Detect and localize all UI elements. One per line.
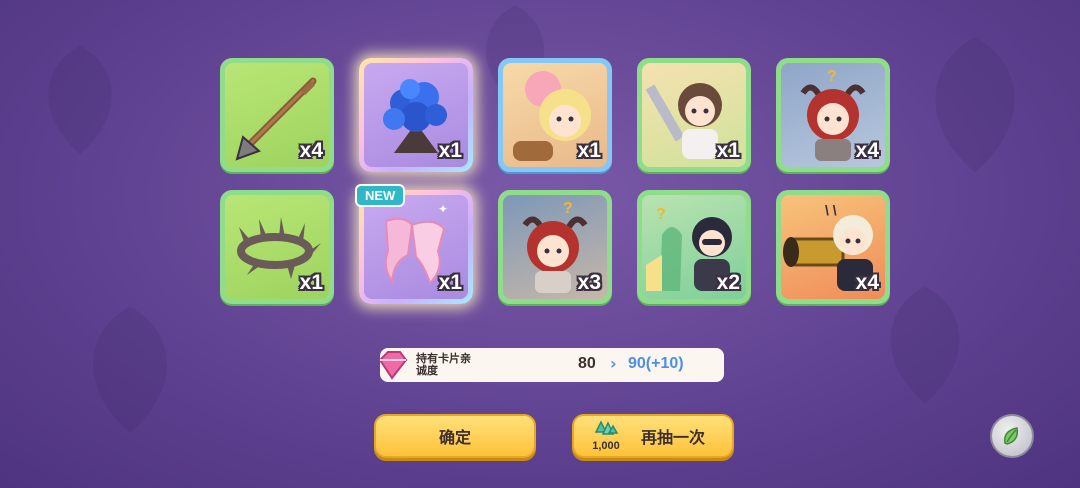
affection-arrow: › xyxy=(610,354,617,373)
reward-qty: x4 xyxy=(299,139,323,162)
reward-item-character-card[interactable]: \ \ x4 xyxy=(776,190,890,304)
floating-shortcut-button[interactable] xyxy=(990,414,1034,458)
reward-item-character-card[interactable]: ? x3 xyxy=(498,190,612,304)
reward-qty: x1 xyxy=(577,139,601,162)
reward-qty: x2 xyxy=(716,271,740,294)
reward-qty: x4 xyxy=(855,139,879,162)
reward-item-pink-cloth[interactable]: NEW ✦ x1 xyxy=(355,184,473,304)
reward-qty: x1 xyxy=(438,271,462,294)
reward-item-character-card[interactable]: ? x2 xyxy=(637,190,751,304)
pink-gem-icon xyxy=(378,351,408,380)
green-crystal-icon xyxy=(594,420,619,435)
reward-item-blue-rose[interactable]: x1 xyxy=(359,58,473,172)
new-badge: NEW xyxy=(355,184,406,207)
svg-text:\ \: \ \ xyxy=(825,202,837,218)
draw-cost: 1,000 xyxy=(584,420,628,452)
reward-item-character-card[interactable]: ? x4 xyxy=(776,58,890,172)
svg-text:?: ? xyxy=(656,206,666,223)
svg-text:✦: ✦ xyxy=(438,202,448,216)
reward-item-character-card[interactable]: x1 xyxy=(498,58,612,172)
reward-qty: x1 xyxy=(438,139,462,162)
draw-cost-value: 1,000 xyxy=(592,440,620,452)
reward-qty: x4 xyxy=(855,271,879,294)
affection-label: 持有卡片亲诚度 xyxy=(416,352,471,377)
svg-text:?: ? xyxy=(827,68,837,85)
affection-from-value: 80 xyxy=(578,355,596,372)
confirm-button-label: 确定 xyxy=(438,428,471,447)
svg-text:?: ? xyxy=(563,200,573,217)
reward-qty: x1 xyxy=(299,271,323,294)
reward-qty: x1 xyxy=(716,139,740,162)
leaf-icon xyxy=(1004,427,1019,445)
draw-again-button[interactable]: 1,000 再抽一次 xyxy=(572,414,734,458)
affection-info-bar: 持有卡片亲诚度 80 › 90(+10) xyxy=(378,348,724,382)
reward-item-character-card[interactable]: x1 xyxy=(637,58,751,172)
reward-qty: x3 xyxy=(577,271,601,294)
reward-item-thorn-crown[interactable]: x1 xyxy=(220,190,334,304)
affection-to-value: 90(+10) xyxy=(628,355,684,372)
reward-item-spear[interactable]: x4 xyxy=(220,58,334,172)
draw-again-label: 再抽一次 xyxy=(640,428,705,447)
confirm-button[interactable]: 确定 xyxy=(374,414,536,458)
